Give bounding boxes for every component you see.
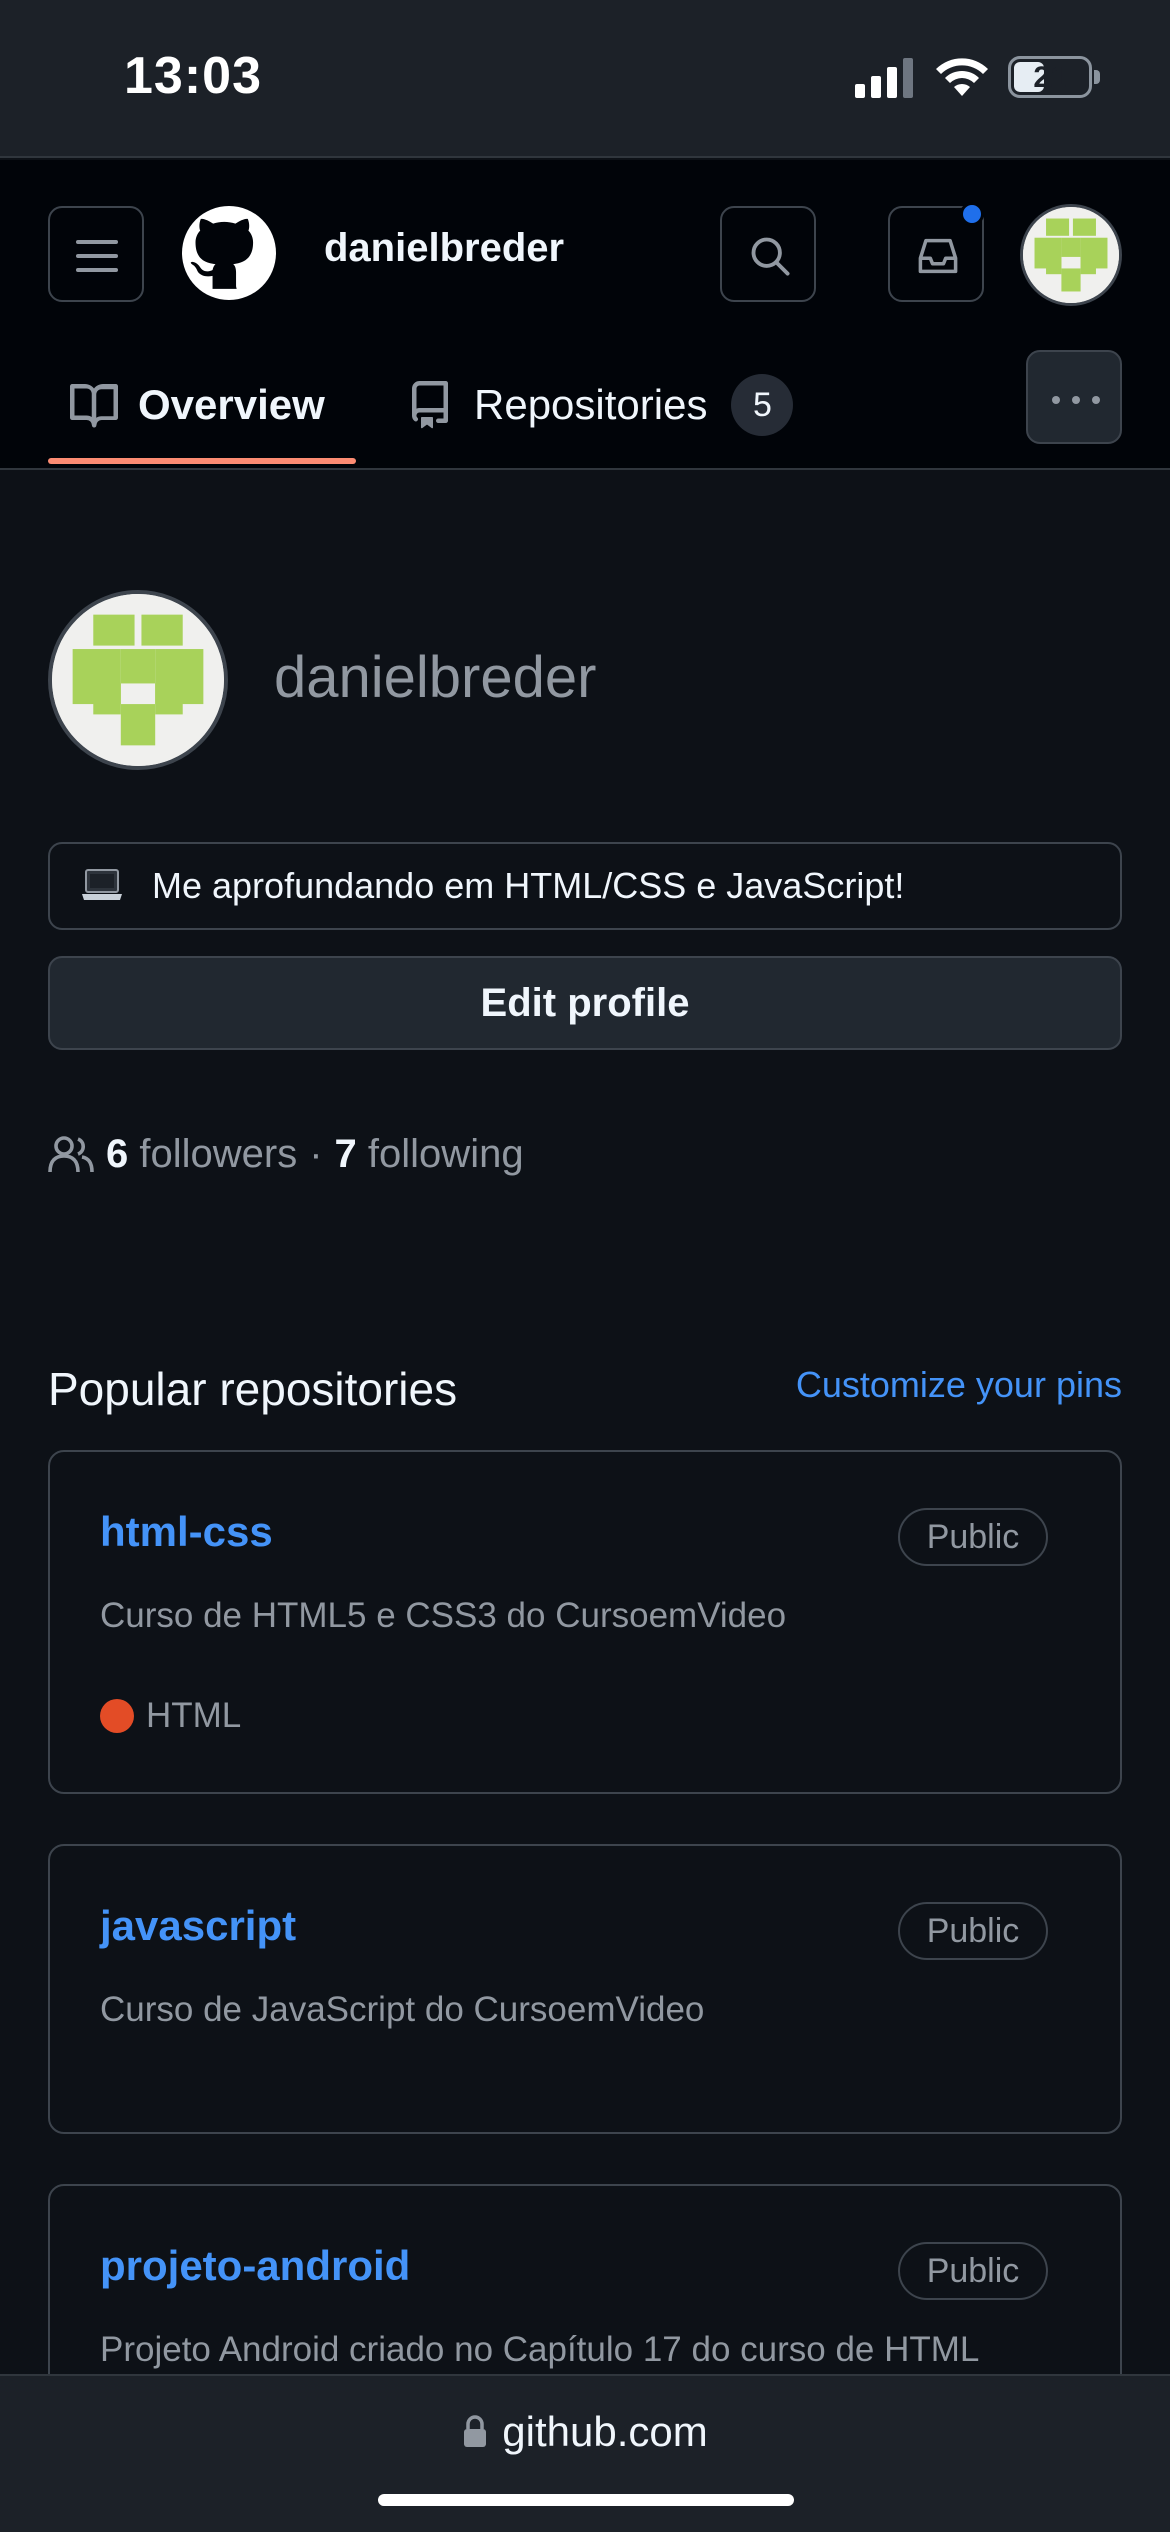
more-options-button[interactable] bbox=[1026, 350, 1122, 444]
tab-repositories[interactable]: Repositories 5 bbox=[406, 350, 794, 460]
tab-repositories-label: Repositories bbox=[474, 381, 708, 428]
search-icon bbox=[751, 237, 790, 276]
wifi-icon bbox=[936, 58, 988, 96]
inbox-icon bbox=[918, 238, 958, 274]
language-color-dot bbox=[100, 1699, 134, 1733]
following-count: 7 bbox=[334, 1131, 357, 1176]
customize-pins-link[interactable]: Customize your pins bbox=[796, 1364, 1122, 1406]
status-text: Me aprofundando em HTML/CSS e JavaScript… bbox=[152, 865, 905, 906]
following-label: following bbox=[367, 1131, 524, 1176]
status-bar: 13:03 21 bbox=[0, 0, 1170, 158]
tab-overview-label: Overview bbox=[138, 381, 325, 428]
visibility-badge: Public bbox=[898, 2242, 1048, 2300]
repo-description: Curso de HTML5 e CSS3 do CursoemVideo bbox=[100, 1596, 787, 1635]
repo-card[interactable]: javascript Public Curso de JavaScript do… bbox=[48, 1844, 1122, 2134]
repo-icon bbox=[411, 381, 448, 429]
notification-dot bbox=[960, 202, 984, 226]
visibility-badge: Public bbox=[898, 1508, 1048, 1566]
language-label: HTML bbox=[146, 1696, 242, 1735]
repositories-count-badge: 5 bbox=[731, 374, 794, 436]
laptop-icon bbox=[82, 869, 122, 900]
battery-level: 21 bbox=[1033, 61, 1067, 94]
follow-separator: · bbox=[309, 1131, 323, 1176]
url-text: github.com bbox=[502, 2408, 708, 2455]
repo-name-link[interactable]: projeto-android bbox=[100, 2242, 410, 2290]
edit-profile-button[interactable]: Edit profile bbox=[48, 956, 1122, 1050]
profile-avatar[interactable] bbox=[48, 590, 228, 770]
search-button[interactable] bbox=[720, 206, 816, 302]
app-header: danielbreder Overview Repositories 5 bbox=[0, 160, 1170, 470]
battery-tip bbox=[1094, 70, 1100, 84]
github-logo-icon[interactable] bbox=[182, 206, 276, 300]
repo-name-link[interactable]: html-css bbox=[100, 1508, 273, 1556]
browser-url-bar: github.com bbox=[0, 2374, 1170, 2532]
tab-overview[interactable]: Overview bbox=[48, 350, 356, 464]
profile-username: danielbreder bbox=[274, 645, 597, 710]
home-indicator[interactable] bbox=[378, 2494, 794, 2506]
book-icon bbox=[70, 384, 118, 428]
popular-repositories-title: Popular repositories bbox=[48, 1363, 458, 1415]
avatar[interactable] bbox=[1020, 204, 1122, 306]
profile-status[interactable]: Me aprofundando em HTML/CSS e JavaScript… bbox=[48, 842, 1122, 930]
menu-button[interactable] bbox=[48, 206, 144, 302]
cellular-signal-icon bbox=[855, 58, 913, 98]
battery-icon: 21 bbox=[1008, 56, 1092, 98]
visibility-badge: Public bbox=[898, 1902, 1048, 1960]
tab-selected-underline bbox=[48, 458, 356, 464]
status-time: 13:03 bbox=[124, 47, 262, 105]
repo-card[interactable]: html-css Public Curso de HTML5 e CSS3 do… bbox=[48, 1450, 1122, 1794]
repo-description: Projeto Android criado no Capítulo 17 do… bbox=[100, 2330, 980, 2369]
repo-name-link[interactable]: javascript bbox=[100, 1902, 296, 1950]
header-username[interactable]: danielbreder bbox=[324, 226, 564, 271]
following-link[interactable]: 7 following bbox=[335, 1132, 524, 1177]
repo-description: Curso de JavaScript do CursoemVideo bbox=[100, 1990, 705, 2029]
people-icon bbox=[48, 1136, 94, 1173]
followers-link[interactable]: 6 followers bbox=[106, 1132, 297, 1177]
lock-icon bbox=[464, 2415, 487, 2447]
address-field[interactable]: github.com bbox=[0, 2408, 1170, 2456]
repo-language: HTML bbox=[100, 1696, 241, 1736]
followers-label: followers bbox=[139, 1131, 298, 1176]
follow-stats: 6 followers · 7 following bbox=[48, 1126, 524, 1182]
followers-count: 6 bbox=[106, 1131, 129, 1176]
